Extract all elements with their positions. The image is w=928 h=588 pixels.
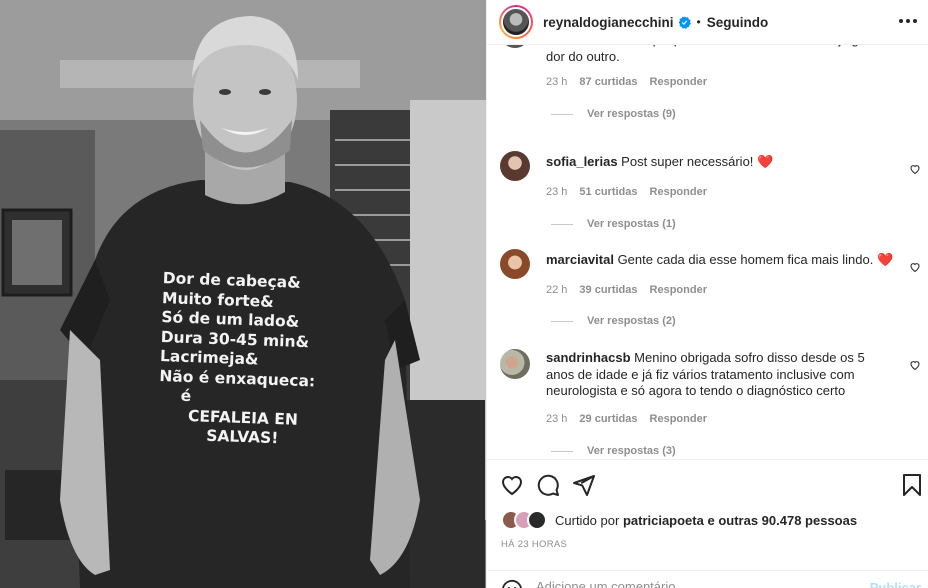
- post-sidebar: reynaldogianecchini • Seguindo morro😔 um…: [486, 0, 928, 588]
- comment-content: Gente cada dia esse homem fica mais lind…: [617, 252, 894, 267]
- add-comment-bar: Publicar: [487, 570, 928, 588]
- view-replies[interactable]: Ver respostas (9): [551, 108, 676, 120]
- comment-text: sandrinhacsb Menino obrigada sofro disso…: [546, 350, 896, 400]
- comment-input[interactable]: [536, 579, 836, 588]
- comment-username[interactable]: sofia_lerias: [546, 154, 618, 169]
- likes-prefix: Curtido por: [555, 512, 620, 528]
- comment-time[interactable]: 23 h: [546, 186, 567, 198]
- comment-avatar[interactable]: [500, 349, 530, 379]
- post-header: reynaldogianecchini • Seguindo: [487, 0, 928, 45]
- comment-content: Post super necessário! ❤️: [621, 154, 774, 169]
- reply-button[interactable]: Responder: [650, 186, 707, 198]
- post-time[interactable]: HÁ 23 HORAS: [501, 539, 567, 550]
- comment-username[interactable]: sandrinhacsb: [546, 350, 631, 365]
- comment-like-heart-icon[interactable]: [909, 359, 921, 371]
- comment-likes[interactable]: 29 curtidas: [579, 413, 637, 425]
- heart-icon[interactable]: [500, 473, 524, 497]
- share-icon[interactable]: [572, 473, 596, 497]
- shirt-print: Dor de cabeça& Muito forte& Só de um lad…: [157, 269, 333, 450]
- comment-username[interactable]: marciavital: [546, 252, 614, 267]
- following-button[interactable]: Seguindo: [707, 15, 769, 30]
- separator-dot: •: [696, 15, 701, 29]
- view-replies-label: Ver respostas (9): [587, 108, 676, 120]
- comment-meta: 23 h 51 curtidas Responder: [546, 186, 707, 198]
- more-icon[interactable]: [899, 13, 917, 29]
- author-username[interactable]: reynaldogianecchini: [543, 15, 674, 30]
- comment-time[interactable]: 22 h: [546, 284, 567, 296]
- post-photo[interactable]: Dor de cabeça& Muito forte& Só de um lad…: [0, 0, 486, 588]
- comment-text: marciavital Gente cada dia esse homem fi…: [546, 252, 896, 269]
- comment-likes[interactable]: 87 curtidas: [579, 76, 637, 88]
- publish-button[interactable]: Publicar: [870, 580, 921, 588]
- comment-avatar[interactable]: [500, 151, 530, 181]
- author-avatar[interactable]: [499, 5, 533, 39]
- likes-count[interactable]: e outras 90.478 pessoas: [707, 513, 857, 528]
- view-replies[interactable]: Ver respostas (2): [551, 315, 676, 327]
- comment-time[interactable]: 23 h: [546, 413, 567, 425]
- comment-avatar[interactable]: [500, 249, 530, 279]
- reply-button[interactable]: Responder: [650, 284, 707, 296]
- comment-likes[interactable]: 51 curtidas: [579, 186, 637, 198]
- verified-badge-icon: [678, 15, 691, 29]
- comment-meta: 23 h 29 curtidas Responder: [546, 413, 707, 425]
- comments-list[interactable]: morro😔 uma dor que paralisou a minha vid…: [487, 45, 928, 458]
- view-replies[interactable]: Ver respostas (1): [551, 218, 676, 230]
- comment-like-heart-icon[interactable]: [909, 163, 921, 175]
- view-replies-label: Ver respostas (3): [587, 445, 676, 457]
- likes-user[interactable]: patriciapoeta: [623, 513, 704, 528]
- reply-button[interactable]: Responder: [650, 76, 707, 88]
- view-replies[interactable]: Ver respostas (3): [551, 445, 676, 457]
- comment-icon[interactable]: [536, 473, 560, 497]
- reply-button[interactable]: Responder: [650, 413, 707, 425]
- comment-meta: 23 h 87 curtidas Responder: [546, 76, 707, 88]
- liker-avatars[interactable]: [501, 510, 551, 530]
- comment-time[interactable]: 23 h: [546, 76, 567, 88]
- view-replies-label: Ver respostas (1): [587, 218, 676, 230]
- comment-text: sofia_lerias Post super necessário! ❤️: [546, 154, 896, 171]
- likes-summary: Curtido por patriciapoeta e outras 90.47…: [501, 510, 857, 530]
- bookmark-icon[interactable]: [900, 473, 924, 497]
- comment-avatar[interactable]: [500, 45, 530, 48]
- comment-meta: 22 h 39 curtidas Responder: [546, 284, 707, 296]
- comment-likes[interactable]: 39 curtidas: [579, 284, 637, 296]
- emoji-icon[interactable]: [501, 579, 523, 588]
- post-actions: Curtido por patriciapoeta e outras 90.47…: [487, 459, 928, 588]
- comment-like-heart-icon[interactable]: [909, 261, 921, 273]
- view-replies-label: Ver respostas (2): [587, 315, 676, 327]
- comment-text: morro😔 uma dor que paralisou a minha vid…: [546, 45, 895, 64]
